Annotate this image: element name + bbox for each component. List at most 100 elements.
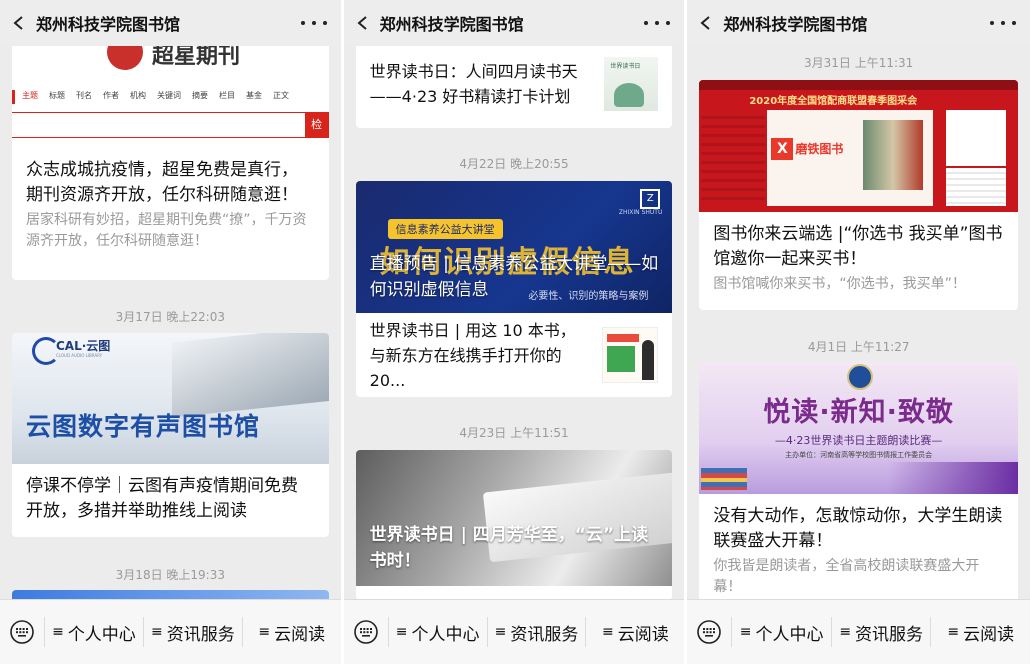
person-photo bbox=[946, 110, 1007, 166]
timestamp: 4月23日 上午11:51 bbox=[459, 426, 569, 440]
chaoxing-tab: 关键词 bbox=[157, 91, 181, 100]
article-cover: CAL·云图 CLOUD AUDIO LIBRARY 云图数字有声图书馆 bbox=[12, 333, 329, 464]
chaoxing-search-input bbox=[12, 112, 329, 138]
menu-personal-center[interactable]: ≡ 个人中心 bbox=[44, 617, 143, 647]
chaoxing-tab: 基金 bbox=[246, 91, 262, 100]
banner-headline: 2020年度全国馆配商联盟春季图采会 bbox=[749, 96, 918, 107]
menu-personal-center[interactable]: ≡ 个人中心 bbox=[731, 617, 831, 647]
chaoxing-tab: 刊名 bbox=[76, 91, 92, 100]
article-card[interactable]: 2020年度全国馆配商联盟春季图采会 X 磨铁图书 图书你来云端选 |“你选书 … bbox=[699, 80, 1019, 310]
chaoxing-tab: 标题 bbox=[49, 91, 65, 100]
menu-bars-icon: ≡ bbox=[150, 624, 163, 640]
article-card[interactable]: 悦读·新知·致敬 —4·23世界读书日主题朗读比赛— 主办单位：河南省高等学校图… bbox=[699, 362, 1019, 600]
article-title: 停课不停学｜云图有声疫情期间免费开放，多措并举助推线上阅读 bbox=[26, 476, 298, 521]
book-image bbox=[172, 333, 329, 418]
keyboard-icon[interactable] bbox=[0, 620, 44, 644]
article-thumbnail: 世界读书日 bbox=[604, 57, 659, 111]
article-title: 众志成城抗疫情，超星免费是真行，期刊资源齐开放，任尔科研随意逛！ bbox=[26, 160, 298, 205]
keyboard-icon[interactable] bbox=[344, 620, 388, 644]
article-card[interactable]: CAL·云图 CLOUD AUDIO LIBRARY 云图数字有声图书馆 停课不… bbox=[12, 333, 329, 537]
bottom-menu: ≡ 个人中心 ≡ 资讯服务 ≡ 云阅读 bbox=[343, 599, 685, 664]
back-icon[interactable] bbox=[12, 16, 26, 30]
promo-panel: X 磨铁图书 bbox=[767, 110, 934, 206]
page-title: 郑州科技学院图书馆 bbox=[723, 15, 868, 34]
chaoxing-tab: 栏目 bbox=[219, 91, 235, 100]
menu-cloud-reading[interactable]: ≡ 云阅读 bbox=[241, 617, 341, 647]
menu-personal-center[interactable]: ≡ 个人中心 bbox=[387, 617, 487, 647]
cal-banner-text: 云图数字有声图书馆 bbox=[26, 412, 261, 441]
screen-1: 郑州科技学院图书馆 超星期刊 主题 标题 刊名 作者 机构 关键词 摘要 栏目 基金 正文 检 众… bbox=[0, 0, 344, 664]
bottom-menu: ≡ 个人中心 ≡ 资讯服务 ≡ 云阅读 bbox=[0, 599, 341, 664]
article-cover: 2020年度全国馆配商联盟春季图采会 X 磨铁图书 bbox=[699, 80, 1019, 212]
timestamp: 4月1日 上午11:27 bbox=[807, 340, 910, 354]
books-stack-image bbox=[701, 468, 748, 490]
top-bar: 郑州科技学院图书馆 bbox=[343, 0, 685, 46]
menu-bars-icon: ≡ bbox=[947, 624, 960, 640]
cal-logo-text: CAL·云图 bbox=[56, 339, 111, 353]
article-card[interactable]: 超星期刊 主题 标题 刊名 作者 机构 关键词 摘要 栏目 基金 正文 检 众志成城抗疫情，超星免… bbox=[12, 46, 329, 280]
article-thumbnail bbox=[602, 327, 659, 383]
screen-3: 郑州科技学院图书馆 3月31日 上午11:31 2020年度全国馆配商联盟春季图… bbox=[687, 0, 1030, 664]
article-card[interactable]: 世界读书日 | 四月芳华至，“云”上读书时！ bbox=[355, 450, 673, 600]
zhixin-logo-icon: Z bbox=[640, 189, 661, 209]
crowd-silhouette bbox=[888, 462, 1019, 494]
message-feed[interactable]: 超星期刊 主题 标题 刊名 作者 机构 关键词 摘要 栏目 基金 正文 检 众志成城抗疫情，超星免… bbox=[0, 46, 341, 600]
menu-cloud-reading[interactable]: ≡ 云阅读 bbox=[930, 617, 1030, 647]
menu-bars-icon: ≡ bbox=[52, 624, 64, 640]
chaoxing-tab: 正文 bbox=[273, 91, 289, 100]
banner-tag: 信息素养公益大讲堂 bbox=[387, 219, 503, 239]
menu-bars-icon: ≡ bbox=[258, 624, 271, 640]
article-title: 直播预告 | 信息素养公益大讲堂——如何识别虚假信息 bbox=[369, 254, 659, 300]
article-title: 世界读书日 | 四月芳华至，“云”上读书时！ bbox=[369, 525, 649, 571]
banner-headline: 悦读·新知·致敬 bbox=[763, 397, 954, 428]
back-icon[interactable] bbox=[356, 16, 370, 30]
top-bar: 郑州科技学院图书馆 bbox=[0, 0, 341, 46]
more-icon[interactable] bbox=[300, 21, 327, 25]
page-title: 郑州科技学院图书馆 bbox=[36, 15, 181, 34]
article-title: 图书你来云端选 |“你选书 我买单”图书馆邀你一起来买书！ bbox=[713, 224, 1003, 269]
timestamp: 3月31日 上午11:31 bbox=[804, 56, 914, 70]
article-summary: 图书馆喊你来买书，“你选书，我买单”！ bbox=[713, 276, 966, 292]
menu-bars-icon: ≡ bbox=[602, 624, 614, 640]
timestamp: 4月22日 晚上20:55 bbox=[459, 157, 569, 171]
timestamp: 3月18日 晚上19:33 bbox=[115, 568, 225, 582]
more-icon[interactable] bbox=[990, 21, 1017, 25]
article-cover: 悦读·新知·致敬 —4·23世界读书日主题朗读比赛— 主办单位：河南省高等学校图… bbox=[699, 362, 1019, 494]
article-cover: Z ZHIXIN SHUTU 信息素养公益大讲堂 如何识别虚假信息 必要性、识别… bbox=[355, 181, 673, 313]
page-title: 郑州科技学院图书馆 bbox=[379, 15, 524, 34]
keyboard-icon[interactable] bbox=[687, 620, 731, 644]
chaoxing-tab: 摘要 bbox=[192, 91, 208, 100]
bottom-menu: ≡ 个人中心 ≡ 资讯服务 ≡ 云阅读 bbox=[687, 599, 1030, 664]
article-cover: 超星期刊 主题 标题 刊名 作者 机构 关键词 摘要 栏目 基金 正文 检 bbox=[12, 46, 329, 148]
screen-2: 郑州科技学院图书馆 世界读书日：人间四月读书天——4·23 好书精读打卡计划 世… bbox=[343, 0, 688, 664]
article-cover: 世界读书日 | 四月芳华至，“云”上读书时！ bbox=[355, 450, 673, 586]
timestamp: 3月17日 晚上22:03 bbox=[115, 310, 225, 324]
top-bar: 郑州科技学院图书馆 bbox=[687, 0, 1030, 46]
article-card[interactable]: Z ZHIXIN SHUTU 信息素养公益大讲堂 如何识别虚假信息 必要性、识别… bbox=[355, 181, 673, 397]
seal-icon bbox=[847, 364, 874, 390]
menu-info-service[interactable]: ≡ 资讯服务 bbox=[142, 617, 242, 647]
menu-bars-icon: ≡ bbox=[839, 624, 852, 640]
menu-info-service[interactable]: ≡ 资讯服务 bbox=[830, 617, 931, 647]
chaoxing-search-button: 检 bbox=[304, 112, 329, 137]
message-feed[interactable]: 世界读书日：人间四月读书天——4·23 好书精读打卡计划 世界读书日 4月22日… bbox=[344, 46, 685, 600]
chaoxing-logo-icon bbox=[107, 46, 143, 70]
side-menu-list bbox=[701, 110, 766, 206]
more-icon[interactable] bbox=[644, 21, 671, 25]
article-summary: 你我皆是朗读者，全省高校朗读联赛盛大开幕！ bbox=[713, 558, 980, 595]
article-title: 没有大动作，怎敢惊动你，大学生朗读联赛盛大开幕！ bbox=[713, 506, 1003, 551]
article-card[interactable]: 世界读书日：人间四月读书天——4·23 好书精读打卡计划 世界读书日 bbox=[355, 46, 673, 128]
chaoxing-tab: 机构 bbox=[130, 91, 146, 100]
chaoxing-tab: 作者 bbox=[103, 91, 119, 100]
menu-bars-icon: ≡ bbox=[494, 624, 507, 640]
article-title: 世界读书日：人间四月读书天——4·23 好书精读打卡计划 bbox=[369, 62, 578, 106]
chaoxing-logo-text: 超星期刊 bbox=[152, 46, 241, 69]
article-summary: 居家科研有妙招，超星期刊免费“撩”，千万资源齐开放，任尔科研随意逛！ bbox=[26, 212, 307, 249]
chaoxing-tab: 主题 bbox=[22, 91, 38, 100]
menu-cloud-reading[interactable]: ≡ 云阅读 bbox=[585, 617, 684, 647]
back-icon[interactable] bbox=[699, 16, 713, 30]
message-feed[interactable]: 3月31日 上午11:31 2020年度全国馆配商联盟春季图采会 X 磨铁图书 … bbox=[687, 46, 1030, 600]
article-title: 世界读书日 | 用这 10 本书，与新东方在线携手打开你的20... bbox=[369, 320, 576, 390]
menu-info-service[interactable]: ≡ 资讯服务 bbox=[486, 617, 586, 647]
menu-bars-icon: ≡ bbox=[395, 624, 408, 640]
